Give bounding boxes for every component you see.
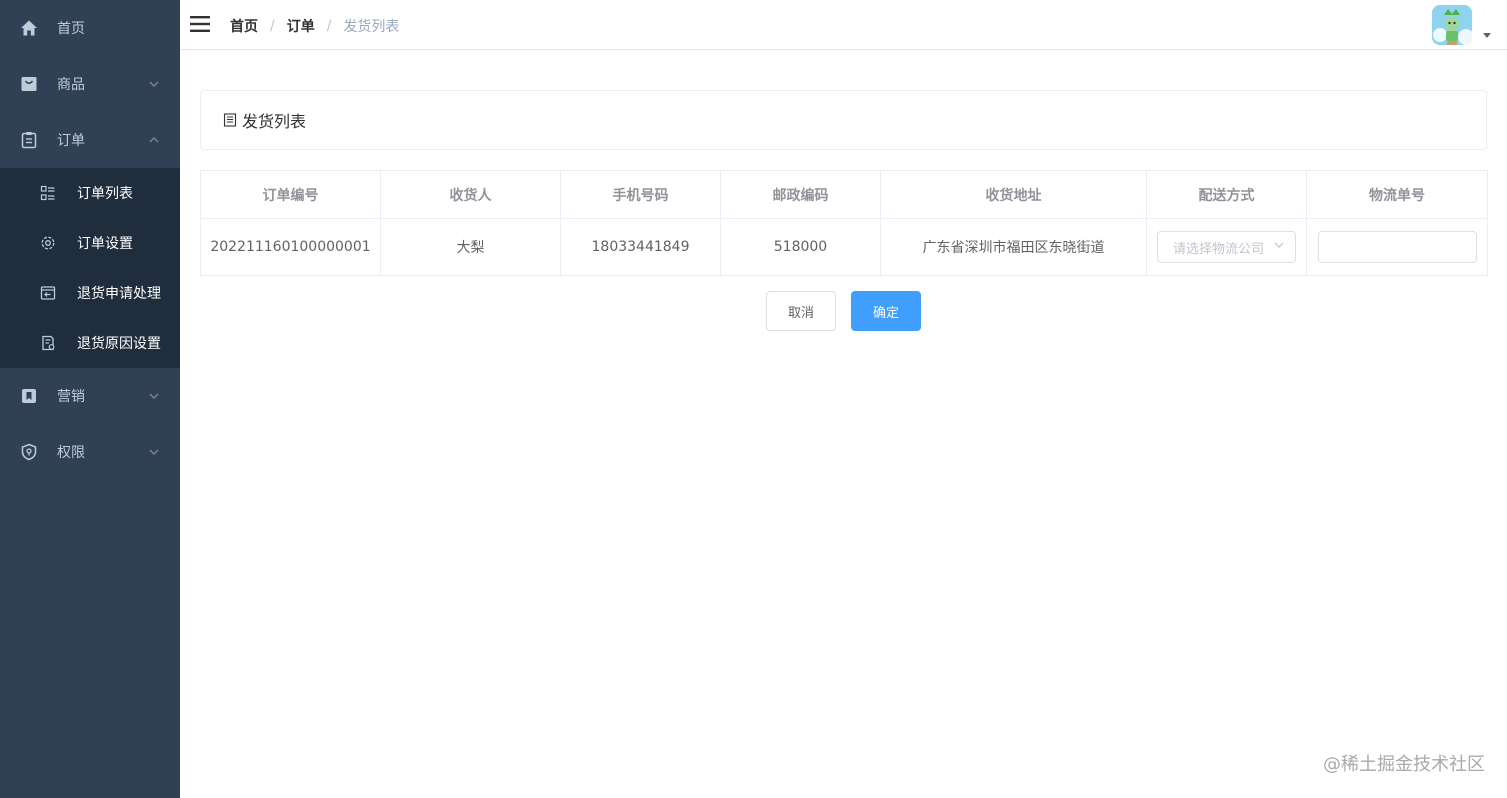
orders-submenu: 订单列表 订单设置 退货申请处理 退货原因设置 bbox=[0, 168, 180, 368]
delivery-table: 订单编号 收货人 手机号码 邮政编码 收货地址 配送方式 物流单号 202211… bbox=[200, 170, 1488, 276]
submenu-item-order-list[interactable]: 订单列表 bbox=[0, 168, 180, 218]
confirm-button[interactable]: 确定 bbox=[851, 291, 921, 331]
return-box-icon bbox=[40, 285, 56, 301]
shopping-bag-icon bbox=[20, 75, 38, 93]
sidebar-item-marketing[interactable]: 营销 bbox=[0, 368, 180, 424]
cell-postcode: 518000 bbox=[720, 218, 881, 276]
clipboard-icon bbox=[20, 131, 38, 149]
document-icon bbox=[223, 113, 237, 127]
list-icon bbox=[40, 185, 56, 201]
column-header: 手机号码 bbox=[560, 170, 721, 219]
select-placeholder: 请选择物流公司 bbox=[1173, 241, 1265, 257]
page-title-card: 发货列表 bbox=[200, 90, 1487, 150]
watermark: @稀土掘金技术社区 bbox=[1323, 754, 1485, 775]
chevron-up-icon bbox=[148, 134, 160, 146]
sidebar-item-label: 首页 bbox=[57, 21, 85, 37]
cell-receiver: 大梨 bbox=[380, 218, 561, 276]
cell-order-no: 202211160100000001 bbox=[200, 218, 381, 276]
table-row: 202211160100000001 大梨 18033441849 518000… bbox=[200, 218, 1488, 276]
chevron-down-icon bbox=[148, 78, 160, 90]
submenu-item-label: 退货申请处理 bbox=[77, 286, 161, 302]
avatar[interactable] bbox=[1432, 5, 1472, 45]
sidebar-item-label: 商品 bbox=[57, 77, 85, 93]
submenu-item-return-reasons[interactable]: 退货原因设置 bbox=[0, 318, 180, 368]
chevron-down-icon bbox=[148, 446, 160, 458]
column-header: 物流单号 bbox=[1306, 170, 1488, 219]
sidebar-item-home[interactable]: 首页 bbox=[0, 0, 180, 56]
column-header: 订单编号 bbox=[200, 170, 381, 219]
gear-icon bbox=[40, 235, 56, 251]
breadcrumb-current: 发货列表 bbox=[343, 19, 400, 35]
cell-address: 广东省深圳市福田区东晓街道 bbox=[880, 218, 1147, 276]
document-settings-icon bbox=[40, 335, 56, 351]
column-header: 配送方式 bbox=[1146, 170, 1307, 219]
chevron-down-icon bbox=[1273, 239, 1285, 255]
page-title: 发货列表 bbox=[242, 112, 307, 131]
column-header: 收货地址 bbox=[880, 170, 1147, 219]
cell-tracking-no bbox=[1306, 218, 1488, 276]
bookmark-icon bbox=[20, 387, 38, 405]
breadcrumb-separator: / bbox=[326, 18, 332, 34]
sidebar-item-label: 订单 bbox=[57, 133, 85, 149]
breadcrumb-separator: / bbox=[270, 18, 275, 34]
cancel-button[interactable]: 取消 bbox=[766, 291, 836, 331]
submenu-item-order-settings[interactable]: 订单设置 bbox=[0, 218, 180, 268]
shield-icon bbox=[20, 443, 38, 461]
sidebar-item-label: 营销 bbox=[57, 389, 85, 405]
sidebar-item-orders[interactable]: 订单 bbox=[0, 112, 180, 168]
breadcrumb-home[interactable]: 首页 bbox=[230, 16, 258, 36]
sidebar-item-permissions[interactable]: 权限 bbox=[0, 424, 180, 480]
cell-delivery-method: 请选择物流公司 bbox=[1146, 218, 1307, 276]
logistics-company-select[interactable]: 请选择物流公司 bbox=[1157, 231, 1296, 263]
cell-phone: 18033441849 bbox=[560, 218, 721, 276]
breadcrumb-orders[interactable]: 订单 bbox=[287, 16, 315, 36]
sidebar: 首页 商品 订单 订单列表 订单设置 退货申请处理 退货原因设置 营销 权限 bbox=[0, 0, 180, 798]
submenu-item-label: 订单列表 bbox=[77, 186, 133, 202]
table-header-row: 订单编号 收货人 手机号码 邮政编码 收货地址 配送方式 物流单号 bbox=[200, 170, 1488, 219]
sidebar-item-products[interactable]: 商品 bbox=[0, 56, 180, 112]
column-header: 邮政编码 bbox=[720, 170, 881, 219]
chevron-down-icon bbox=[148, 390, 160, 402]
column-header: 收货人 bbox=[380, 170, 561, 219]
submenu-item-return-requests[interactable]: 退货申请处理 bbox=[0, 268, 180, 318]
submenu-item-label: 退货原因设置 bbox=[77, 336, 161, 352]
breadcrumb: 首页 / 订单 / 发货列表 bbox=[230, 16, 399, 36]
tracking-number-input[interactable] bbox=[1317, 231, 1477, 263]
home-icon bbox=[20, 19, 38, 37]
top-navbar: 首页 / 订单 / 发货列表 bbox=[180, 0, 1507, 50]
submenu-item-label: 订单设置 bbox=[77, 236, 133, 252]
sidebar-item-label: 权限 bbox=[57, 445, 85, 461]
hamburger-menu-icon[interactable] bbox=[189, 14, 211, 34]
caret-down-icon[interactable] bbox=[1483, 33, 1491, 38]
